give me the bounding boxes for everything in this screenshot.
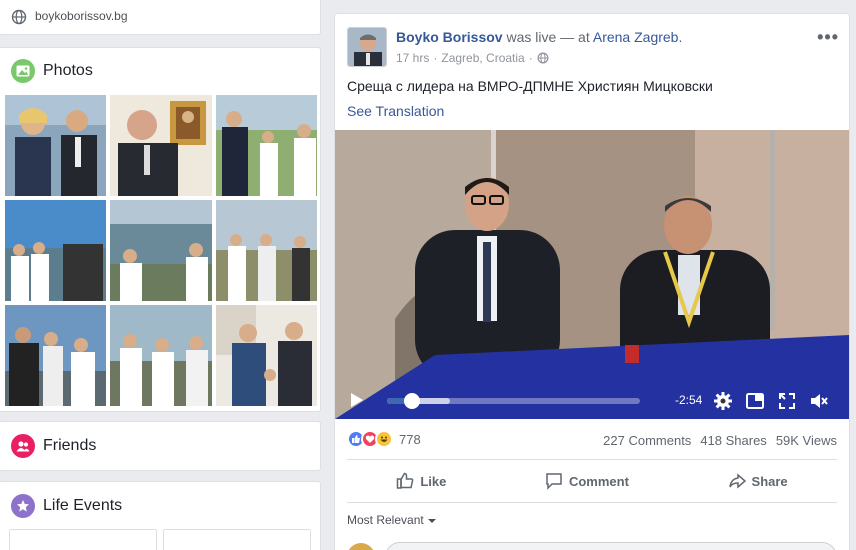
sort-label: Most Relevant — [347, 513, 424, 527]
more-options-icon[interactable]: ••• — [817, 27, 839, 48]
friends-icon — [11, 434, 35, 458]
post-stats: 227 Comments 418 Shares 59K Views — [603, 433, 837, 448]
life-events-title: Life Events — [43, 497, 123, 514]
share-icon — [728, 473, 746, 489]
reactions-summary[interactable]: 778 — [347, 430, 421, 448]
reaction-count: 778 — [399, 431, 421, 447]
viewer-avatar — [347, 543, 375, 550]
post-actions: Like Comment Share — [347, 462, 837, 500]
website-link[interactable]: boykoborissov.bg — [35, 9, 128, 23]
comment-sort-dropdown[interactable]: Most Relevant — [347, 513, 436, 527]
mute-icon[interactable] — [809, 391, 829, 411]
comment-composer — [347, 542, 837, 550]
life-events-header[interactable]: Life Events — [11, 494, 122, 518]
fullscreen-icon[interactable] — [777, 391, 797, 411]
friends-header[interactable]: Friends — [11, 434, 96, 458]
photo-thumbnail[interactable] — [216, 95, 317, 196]
photos-icon — [11, 59, 35, 83]
comment-button[interactable]: Comment — [545, 472, 629, 490]
like-label: Like — [420, 473, 447, 489]
author-avatar[interactable] — [347, 27, 387, 67]
meta-separator: · — [433, 51, 438, 65]
shares-count[interactable]: 418 Shares — [700, 433, 767, 448]
video-frame — [335, 130, 849, 419]
views-count: 59K Views — [775, 433, 837, 448]
comments-count[interactable]: 227 Comments — [603, 433, 691, 448]
video-progress-bar[interactable] — [387, 393, 640, 409]
video-player[interactable]: -2:54 — [335, 130, 849, 419]
life-event-tiles — [9, 529, 311, 550]
play-icon[interactable] — [351, 393, 363, 407]
globe-icon[interactable] — [537, 52, 549, 64]
photo-thumbnail[interactable] — [110, 95, 212, 196]
life-event-tile[interactable] — [163, 529, 311, 550]
life-events-card: Life Events — [0, 481, 321, 550]
post-card: Boyko Borissov was live — at Arena Zagre… — [334, 13, 850, 550]
post-meta: 17 hrs · Zagreb, Croatia · — [396, 51, 549, 65]
photo-grid — [5, 95, 317, 406]
share-label: Share — [751, 473, 788, 489]
post-header: Boyko Borissov was live — at Arena Zagre… — [396, 29, 682, 45]
photo-thumbnail[interactable] — [5, 305, 106, 406]
chevron-down-icon — [427, 518, 436, 523]
comment-icon — [546, 473, 562, 490]
photos-title: Photos — [43, 62, 93, 79]
website-card: boykoborissov.bg — [0, 0, 321, 35]
author-name[interactable]: Boyko Borissov — [396, 29, 503, 45]
like-button[interactable]: Like — [396, 472, 446, 490]
photos-card: Photos — [0, 47, 321, 412]
share-button[interactable]: Share — [728, 472, 788, 490]
comment-input[interactable] — [385, 542, 837, 550]
post-time[interactable]: 17 hrs — [396, 51, 429, 65]
divider — [347, 502, 837, 503]
photo-thumbnail[interactable] — [216, 200, 317, 301]
friends-title: Friends — [43, 437, 97, 454]
meta-separator: · — [528, 51, 533, 65]
place-link[interactable]: Arena Zagreb. — [593, 29, 683, 45]
post-text: Среща с лидера на ВМРО-ДПМНЕ Християн Ми… — [347, 78, 713, 94]
activity-text: was live — at — [506, 29, 590, 45]
thumbs-up-icon — [397, 472, 414, 489]
settings-gear-icon[interactable] — [713, 391, 733, 411]
time-remaining: -2:54 — [675, 393, 703, 407]
picture-in-picture-icon[interactable] — [745, 391, 765, 411]
photo-thumbnail[interactable] — [110, 200, 212, 301]
photos-header[interactable]: Photos — [11, 59, 93, 83]
photo-thumbnail[interactable] — [216, 305, 317, 406]
globe-icon — [11, 9, 27, 25]
photo-thumbnail[interactable] — [5, 95, 106, 196]
haha-reaction-icon — [375, 430, 393, 448]
photo-thumbnail[interactable] — [110, 305, 212, 406]
post-location[interactable]: Zagreb, Croatia — [441, 51, 524, 65]
photo-thumbnail[interactable] — [5, 200, 106, 301]
divider — [347, 459, 837, 460]
life-events-icon — [11, 494, 35, 518]
comment-label: Comment — [568, 473, 629, 489]
see-translation-link[interactable]: See Translation — [347, 103, 444, 119]
video-controls: -2:54 — [335, 381, 849, 419]
progress-handle[interactable] — [404, 393, 421, 409]
friends-card: Friends — [0, 421, 321, 471]
life-event-tile[interactable] — [9, 529, 157, 550]
